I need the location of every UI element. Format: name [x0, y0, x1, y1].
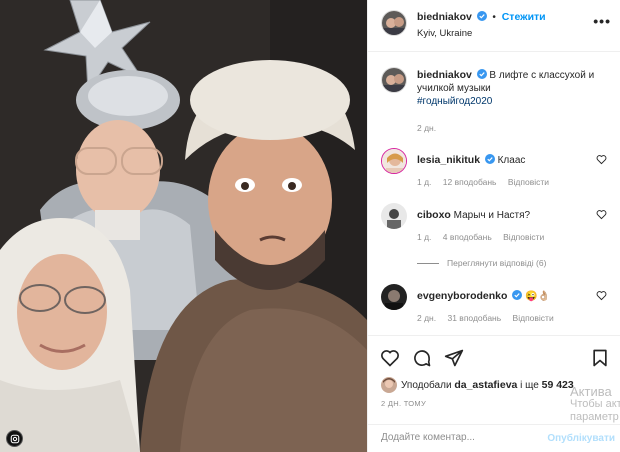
- comment-likes[interactable]: 4 вподобань: [443, 232, 492, 242]
- post-date: 2 ДН. ТОМУ: [381, 399, 427, 408]
- caption-avatar[interactable]: [381, 67, 407, 93]
- separator-dot: •: [492, 12, 496, 23]
- comment-line: ciboxo Марыч и Настя?: [417, 209, 530, 221]
- comment-input[interactable]: [381, 432, 541, 443]
- header-author-line: biedniakov • Стежити: [417, 11, 546, 23]
- watermark-line-3: параметр: [570, 411, 619, 423]
- watermark-line-2: Чтобы акт: [570, 398, 620, 410]
- author-avatar[interactable]: [381, 10, 407, 36]
- bookmark-icon[interactable]: [590, 348, 610, 368]
- caption-time: 2 дн.: [417, 123, 437, 133]
- comment-meta: 1 д. 12 вподобань Відповісти: [417, 177, 558, 187]
- caption-username[interactable]: biedniakov: [417, 69, 472, 81]
- reply-button[interactable]: Відповісти: [503, 232, 544, 242]
- follow-button[interactable]: Стежити: [502, 11, 546, 23]
- comment-likes[interactable]: 12 вподобань: [443, 177, 497, 187]
- author-username[interactable]: biedniakov: [417, 11, 472, 23]
- liker-avatar[interactable]: [381, 377, 397, 393]
- likes-summary: Уподобали da_astafieva і ще 59 423: [381, 377, 574, 393]
- post-header: biedniakov • Стежити Kyiv, Ukraine •••: [368, 0, 620, 52]
- comment-icon[interactable]: [412, 348, 432, 368]
- comment-text: 😜👌🏼: [525, 291, 550, 302]
- comment-time: 1 д.: [417, 177, 432, 187]
- comment-text: Клаас: [497, 155, 526, 166]
- comment-username[interactable]: evgenyborodenko: [417, 290, 507, 302]
- likes-suffix: і ще: [520, 379, 539, 391]
- more-options-icon[interactable]: •••: [593, 13, 611, 29]
- likes-count[interactable]: 59 423: [542, 379, 574, 391]
- comment-username[interactable]: lesia_nikituk: [417, 154, 480, 166]
- comment-meta: 1 д. 4 вподобань Відповісти: [417, 232, 553, 242]
- caption-hashtag[interactable]: #годныйгод2020: [417, 96, 492, 107]
- view-replies-label: Переглянути відповіді (6): [447, 258, 547, 268]
- heart-icon[interactable]: [596, 209, 607, 220]
- post-actions: Уподобали da_astafieva і ще 59 423 2 ДН.…: [368, 335, 620, 452]
- photo-illustration: [0, 0, 367, 452]
- comment-meta: 2 дн. 31 вподобань Відповісти: [417, 313, 563, 323]
- comment-line: lesia_nikituk Клаас: [417, 154, 525, 166]
- comment-avatar[interactable]: [381, 148, 407, 174]
- watermark-line-1: Актива: [570, 384, 612, 399]
- verified-icon: [512, 290, 523, 300]
- comment-time: 1 д.: [417, 232, 432, 242]
- liker-username[interactable]: da_astafieva: [454, 379, 517, 391]
- post-location[interactable]: Kyiv, Ukraine: [417, 28, 472, 39]
- share-icon[interactable]: [444, 348, 464, 368]
- comment-line: evgenyborodenko 😜👌🏼: [417, 290, 550, 302]
- comment-time: 2 дн.: [417, 313, 437, 323]
- heart-icon[interactable]: [596, 290, 607, 301]
- comment-avatar[interactable]: [381, 203, 407, 229]
- verified-icon: [484, 154, 495, 164]
- comment-likes[interactable]: 31 вподобань: [447, 313, 501, 323]
- windows-activation-watermark: Актива Чтобы акт параметр: [570, 385, 620, 424]
- caption-body: biedniakov В лифте с классухой и училкой…: [417, 69, 617, 108]
- add-comment-bar: Опублікувати: [368, 424, 620, 452]
- instagram-icon: [6, 430, 23, 447]
- comment-text: Марыч и Настя?: [453, 210, 531, 221]
- reply-button[interactable]: Відповісти: [513, 313, 554, 323]
- heart-icon[interactable]: [380, 348, 400, 368]
- reply-button[interactable]: Відповісти: [508, 177, 549, 187]
- post-panel: biedniakov • Стежити Kyiv, Ukraine ••• b…: [367, 0, 620, 452]
- view-replies-button[interactable]: Переглянути відповіді (6): [417, 258, 546, 268]
- post-photo[interactable]: [0, 0, 367, 452]
- publish-button[interactable]: Опублікувати: [547, 433, 615, 444]
- replies-divider: [417, 262, 439, 264]
- verified-icon: [476, 11, 487, 21]
- likes-prefix: Уподобали: [401, 379, 452, 391]
- comment-username[interactable]: ciboxo: [417, 209, 451, 221]
- comment-avatar[interactable]: [381, 284, 407, 310]
- heart-icon[interactable]: [596, 154, 607, 165]
- verified-icon: [476, 69, 487, 79]
